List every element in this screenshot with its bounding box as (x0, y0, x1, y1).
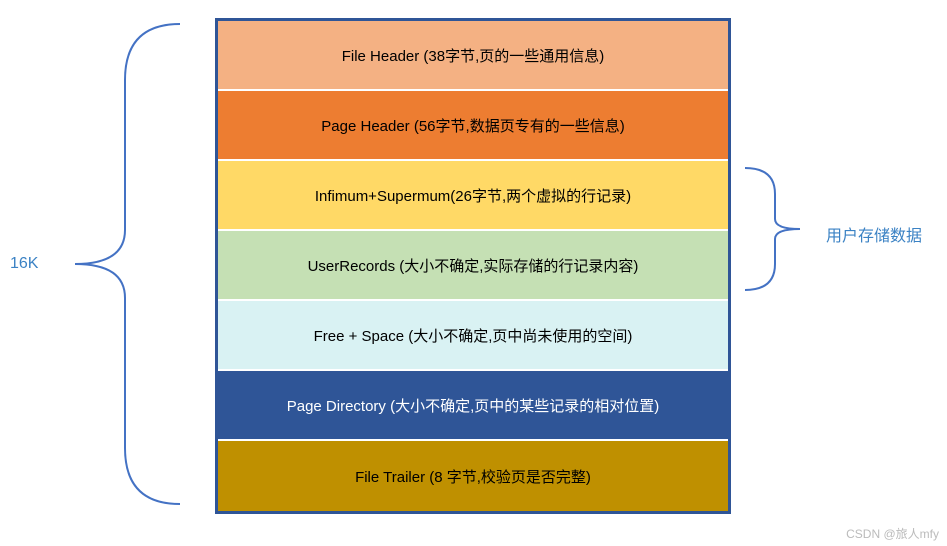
right-data-label: 用户存储数据 (826, 222, 922, 246)
row-file-header: File Header (38字节,页的一些通用信息) (218, 21, 728, 91)
row-label: Page Directory (大小不确定,页中的某些记录的相对位置) (287, 395, 660, 416)
row-label: UserRecords (大小不确定,实际存储的行记录内容) (308, 255, 639, 276)
left-size-label: 16K (10, 255, 38, 273)
page-structure-table: File Header (38字节,页的一些通用信息) Page Header … (215, 18, 731, 514)
row-page-directory: Page Directory (大小不确定,页中的某些记录的相对位置) (218, 371, 728, 441)
row-infimum-supremum: Infimum+Supermum(26字节,两个虚拟的行记录) (218, 161, 728, 231)
row-label: File Trailer (8 字节,校验页是否完整) (355, 466, 591, 487)
row-label: Infimum+Supermum(26字节,两个虚拟的行记录) (315, 185, 631, 206)
row-page-header: Page Header (56字节,数据页专有的一些信息) (218, 91, 728, 161)
right-brace-icon (740, 164, 810, 294)
row-label: File Header (38字节,页的一些通用信息) (342, 45, 605, 66)
watermark: CSDN @旅人mfy (846, 525, 939, 542)
row-free-space: Free + Space (大小不确定,页中尚未使用的空间) (218, 301, 728, 371)
row-label: Free + Space (大小不确定,页中尚未使用的空间) (314, 325, 633, 346)
row-user-records: UserRecords (大小不确定,实际存储的行记录内容) (218, 231, 728, 301)
left-brace-icon (55, 20, 185, 508)
row-label: Page Header (56字节,数据页专有的一些信息) (321, 115, 624, 136)
row-file-trailer: File Trailer (8 字节,校验页是否完整) (218, 441, 728, 511)
